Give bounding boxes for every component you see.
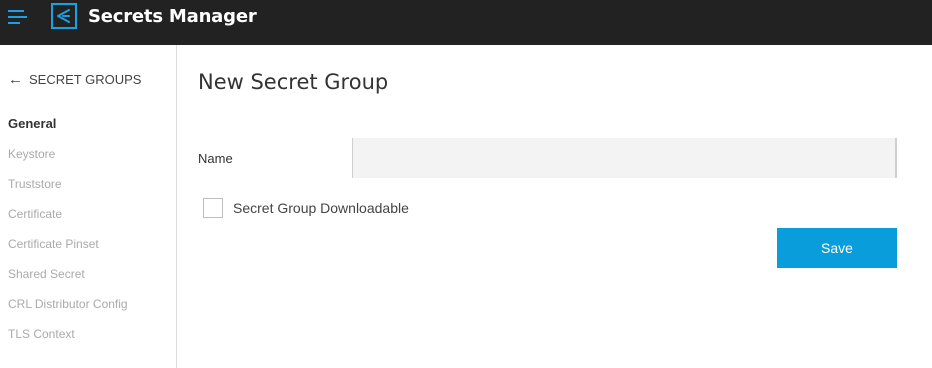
- back-link-label: SECRET GROUPS: [29, 72, 142, 87]
- downloadable-checkbox-row[interactable]: Secret Group Downloadable: [203, 198, 409, 218]
- sidebar: ← SECRET GROUPS General Keystore Trustst…: [0, 45, 177, 368]
- sidebar-item-certificate[interactable]: Certificate: [8, 207, 128, 237]
- sidebar-item-tls-context[interactable]: TLS Context: [8, 327, 128, 357]
- arrow-left-icon: ←: [8, 71, 23, 88]
- downloadable-label: Secret Group Downloadable: [233, 200, 409, 216]
- main-content: New Secret Group Name Secret Group Downl…: [177, 45, 932, 368]
- sidebar-item-general[interactable]: General: [8, 117, 128, 147]
- sidebar-item-crl-distributor-config[interactable]: CRL Distributor Config: [8, 297, 128, 327]
- secrets-manager-logo-icon: [51, 3, 77, 29]
- name-label: Name: [198, 151, 233, 166]
- downloadable-checkbox[interactable]: [203, 198, 223, 218]
- name-input[interactable]: [352, 138, 897, 178]
- sidebar-item-truststore[interactable]: Truststore: [8, 177, 128, 207]
- top-bar: Secrets Manager: [0, 0, 932, 45]
- sidebar-item-certificate-pinset[interactable]: Certificate Pinset: [8, 237, 128, 267]
- sidebar-nav: General Keystore Truststore Certificate …: [8, 117, 128, 357]
- back-to-secret-groups-link[interactable]: ← SECRET GROUPS: [8, 72, 141, 87]
- sidebar-item-shared-secret[interactable]: Shared Secret: [8, 267, 128, 297]
- app-title: Secrets Manager: [88, 6, 257, 27]
- hamburger-menu-icon[interactable]: [8, 9, 28, 27]
- sidebar-item-keystore[interactable]: Keystore: [8, 147, 128, 177]
- save-button[interactable]: Save: [777, 228, 897, 268]
- page-title: New Secret Group: [198, 70, 389, 94]
